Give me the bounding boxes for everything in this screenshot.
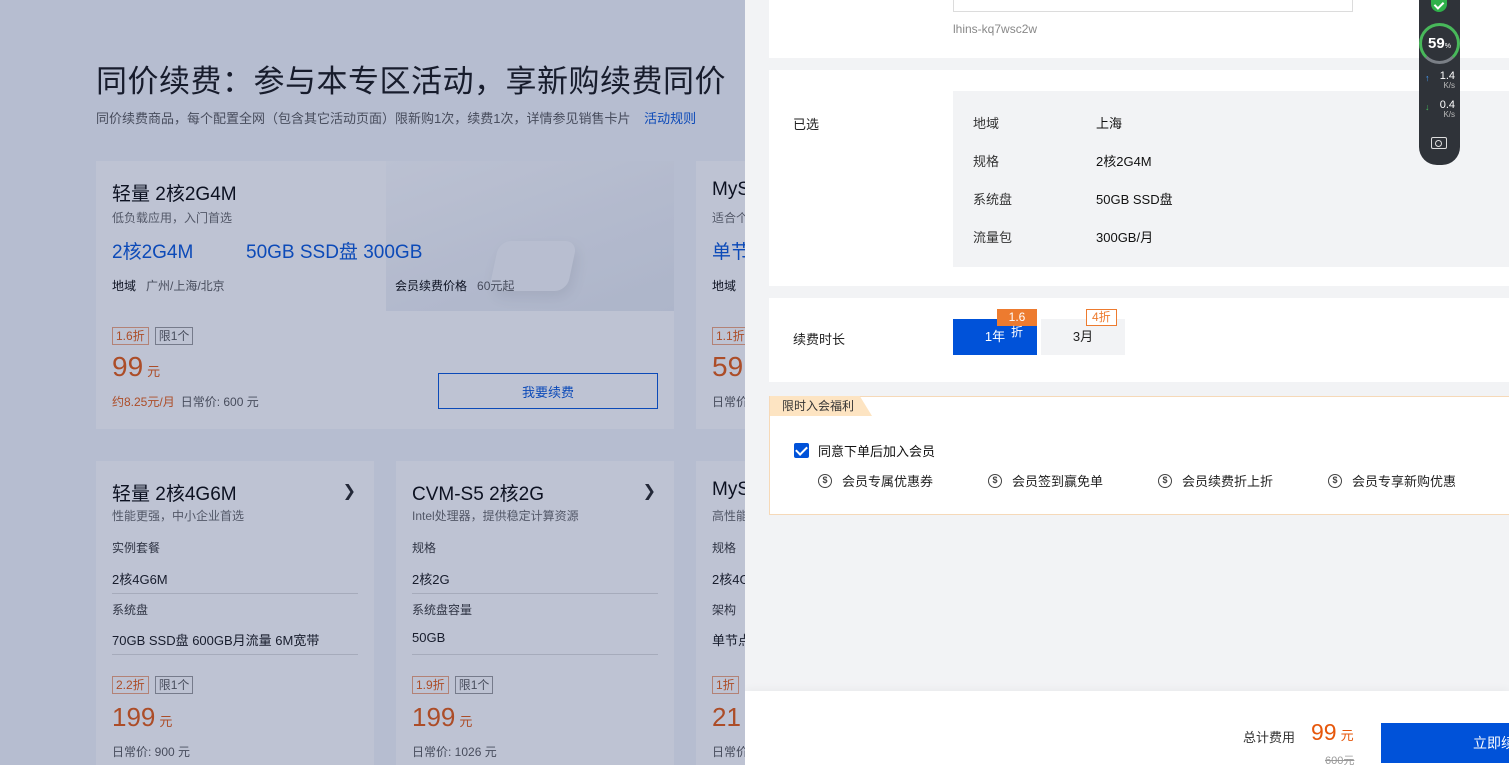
benefit-item: $ 会员专属优惠券	[818, 471, 988, 490]
discount-badge: 4折	[1086, 309, 1117, 326]
coin-icon: $	[1158, 473, 1172, 488]
arrow-up-icon: ↑	[1425, 73, 1430, 83]
camera-icon[interactable]	[1431, 137, 1447, 149]
renew-now-button[interactable]: 立即续	[1381, 723, 1509, 763]
total-price: 99 元	[1311, 719, 1354, 745]
total-label: 总计费用	[1243, 730, 1296, 745]
system-monitor-widget[interactable]: 59% ↑ 1.4 K/s ↓ 0.4 K/s	[1419, 0, 1460, 165]
upload-speed: ↑ 1.4 K/s	[1425, 70, 1455, 91]
discount-badge: 1.6折	[997, 309, 1037, 339]
benefit-item: $ 会员续费折上折	[1158, 471, 1328, 490]
drawer-footer: 总计费用 99 元 600元 立即续	[745, 691, 1509, 765]
duration-option-3-month[interactable]: 3月 4折	[1041, 309, 1125, 355]
instance-id: lhins-kq7wsc2w	[953, 22, 1038, 36]
modal-overlay[interactable]	[0, 0, 745, 765]
duration-label: 续费时长	[793, 332, 846, 347]
coin-icon: $	[1328, 473, 1342, 488]
instance-section: lhins-kq7wsc2w	[769, 0, 1509, 58]
shield-check-icon	[1431, 0, 1447, 12]
benefit-item: $ 会员签到赢免单	[988, 471, 1158, 490]
config-row-traffic: 流量包 300GB/月	[973, 230, 1154, 245]
duration-option-label: 3月	[1072, 329, 1094, 344]
selected-config-section: 已选 地域 上海 规格 2核2G4M 系统盘 50GB SSD盘 流量包 300GB/月	[769, 70, 1509, 286]
duration-option-label: 1年	[984, 329, 1006, 344]
instance-select[interactable]	[953, 0, 1353, 12]
join-member-checkbox[interactable]: 同意下单后加入会员	[794, 441, 935, 460]
selected-label: 已选	[793, 117, 820, 132]
duration-option-1-year[interactable]: 1年 1.6折	[953, 309, 1037, 355]
benefit-list: $ 会员专属优惠券 $ 会员签到赢免单 $ 会员续费折上折 $ 会员专享新购优惠	[818, 471, 1498, 490]
duration-section: 续费时长 1年 1.6折 3月 4折	[769, 298, 1509, 382]
benefit-item: $ 会员专享新购优惠	[1328, 471, 1498, 490]
cpu-percent: 59	[1428, 35, 1445, 52]
percent-sign: %	[1444, 42, 1451, 50]
coin-icon: $	[818, 473, 832, 488]
member-ribbon: 限时入会福利	[770, 396, 873, 416]
config-row-region: 地域 上海	[973, 116, 1123, 131]
config-row-disk: 系统盘 50GB SSD盘	[973, 192, 1173, 207]
join-member-label: 同意下单后加入会员	[818, 444, 936, 459]
cpu-gauge: 59%	[1419, 23, 1460, 64]
coin-icon: $	[988, 473, 1002, 488]
member-benefit-section: 限时入会福利 同意下单后加入会员 $ 会员专属优惠券 $ 会员签到赢免单 $ 会…	[769, 396, 1509, 515]
arrow-down-icon: ↓	[1425, 102, 1430, 112]
download-speed: ↓ 0.4 K/s	[1425, 99, 1455, 120]
checkbox-checked-icon[interactable]	[794, 443, 809, 458]
renewal-drawer: lhins-kq7wsc2w 已选 地域 上海 规格 2核2G4M 系统盘 50GB …	[745, 0, 1509, 765]
original-price: 600元	[1325, 755, 1355, 765]
config-row-spec: 规格 2核2G4M	[973, 154, 1152, 169]
